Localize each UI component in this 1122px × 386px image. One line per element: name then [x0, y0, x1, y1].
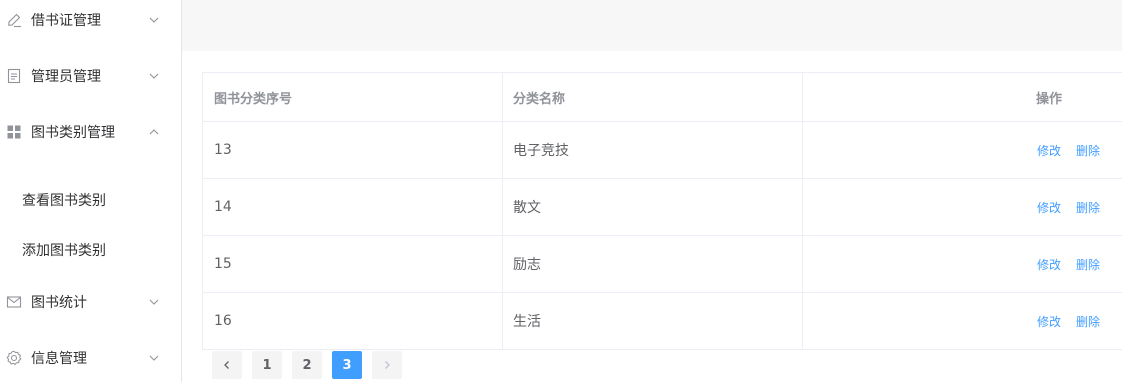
column-header-actions-label: 操作 — [1036, 91, 1063, 107]
sidebar-item-label: 图书类别管理 — [31, 125, 115, 141]
sidebar-item-label: 管理员管理 — [31, 69, 101, 85]
sidebar-subitem-add-category[interactable]: 添加图书类别 — [0, 225, 181, 275]
sidebar-menu: 借书证管理 管理员管理 图书类别管理 查看图书类别 添加图书类别 图书统计 信息… — [0, 0, 182, 382]
chevron-down-icon — [149, 17, 159, 23]
table-row: 14 散文 修改 删除 — [203, 179, 1122, 236]
actions-cell: 修改 删除 — [803, 236, 1122, 292]
actions-cell: 修改 删除 — [803, 179, 1122, 235]
chevron-right-icon — [385, 361, 390, 369]
category-id-cell: 15 — [203, 236, 503, 292]
chevron-down-icon — [149, 299, 159, 305]
edit-button[interactable]: 修改 — [1037, 142, 1061, 159]
sidebar-subitem-view-categories[interactable]: 查看图书类别 — [0, 175, 181, 225]
category-name-cell: 励志 — [503, 236, 803, 292]
category-id-cell: 13 — [203, 122, 503, 178]
table-header-row: 图书分类序号 分类名称 操作 — [203, 73, 1122, 122]
category-name-cell: 电子竞技 — [503, 122, 803, 178]
category-id-cell: 16 — [203, 293, 503, 349]
setting-icon — [6, 350, 22, 365]
edit-icon — [8, 13, 21, 28]
category-id-cell: 14 — [203, 179, 503, 235]
prev-page-button[interactable] — [212, 351, 242, 379]
actions-cell: 修改 删除 — [803, 122, 1122, 178]
page-button-3[interactable]: 3 — [332, 351, 362, 379]
sidebar-subitem-label: 添加图书类别 — [22, 243, 106, 259]
category-name-cell: 生活 — [503, 293, 803, 349]
chevron-left-icon — [224, 361, 229, 369]
top-header-bar — [182, 0, 1122, 51]
table-row: 15 励志 修改 删除 — [203, 236, 1122, 293]
category-table: 图书分类序号 分类名称 操作 13 电子竞技 修改 删除 14 散文 修改 删除… — [202, 72, 1122, 350]
message-icon — [6, 296, 22, 308]
sidebar-item-category-management[interactable]: 图书类别管理 — [0, 104, 181, 160]
delete-button[interactable]: 删除 — [1076, 313, 1100, 330]
chevron-down-icon — [149, 355, 159, 361]
edit-button[interactable]: 修改 — [1037, 313, 1061, 330]
sidebar-item-info-management[interactable]: 信息管理 — [0, 330, 181, 386]
sidebar-subitem-label: 查看图书类别 — [22, 193, 106, 209]
table-row: 16 生活 修改 删除 — [203, 293, 1122, 350]
delete-button[interactable]: 删除 — [1076, 199, 1100, 216]
document-icon — [7, 68, 21, 84]
sidebar-item-card-management[interactable]: 借书证管理 — [0, 0, 181, 48]
page-button-2[interactable]: 2 — [292, 351, 322, 379]
column-header-id: 图书分类序号 — [203, 73, 503, 121]
sidebar-item-label: 借书证管理 — [31, 13, 101, 29]
sidebar-item-label: 信息管理 — [31, 351, 87, 367]
grid-icon — [7, 125, 21, 139]
sidebar-item-label: 图书统计 — [31, 295, 87, 311]
chevron-up-icon — [149, 129, 159, 135]
delete-button[interactable]: 删除 — [1076, 142, 1100, 159]
chevron-down-icon — [149, 73, 159, 79]
delete-button[interactable]: 删除 — [1076, 256, 1100, 273]
next-page-button[interactable] — [372, 351, 402, 379]
category-name-cell: 散文 — [503, 179, 803, 235]
edit-button[interactable]: 修改 — [1037, 199, 1061, 216]
column-header-actions: 操作 — [803, 73, 1122, 121]
sidebar-item-admin-management[interactable]: 管理员管理 — [0, 48, 181, 104]
column-header-name: 分类名称 — [503, 73, 803, 121]
table-row: 13 电子竞技 修改 删除 — [203, 122, 1122, 179]
page-button-1[interactable]: 1 — [252, 351, 282, 379]
actions-cell: 修改 删除 — [803, 293, 1122, 349]
pagination: 1 2 3 — [212, 351, 412, 379]
edit-button[interactable]: 修改 — [1037, 256, 1061, 273]
sidebar-item-book-statistics[interactable]: 图书统计 — [0, 274, 181, 330]
